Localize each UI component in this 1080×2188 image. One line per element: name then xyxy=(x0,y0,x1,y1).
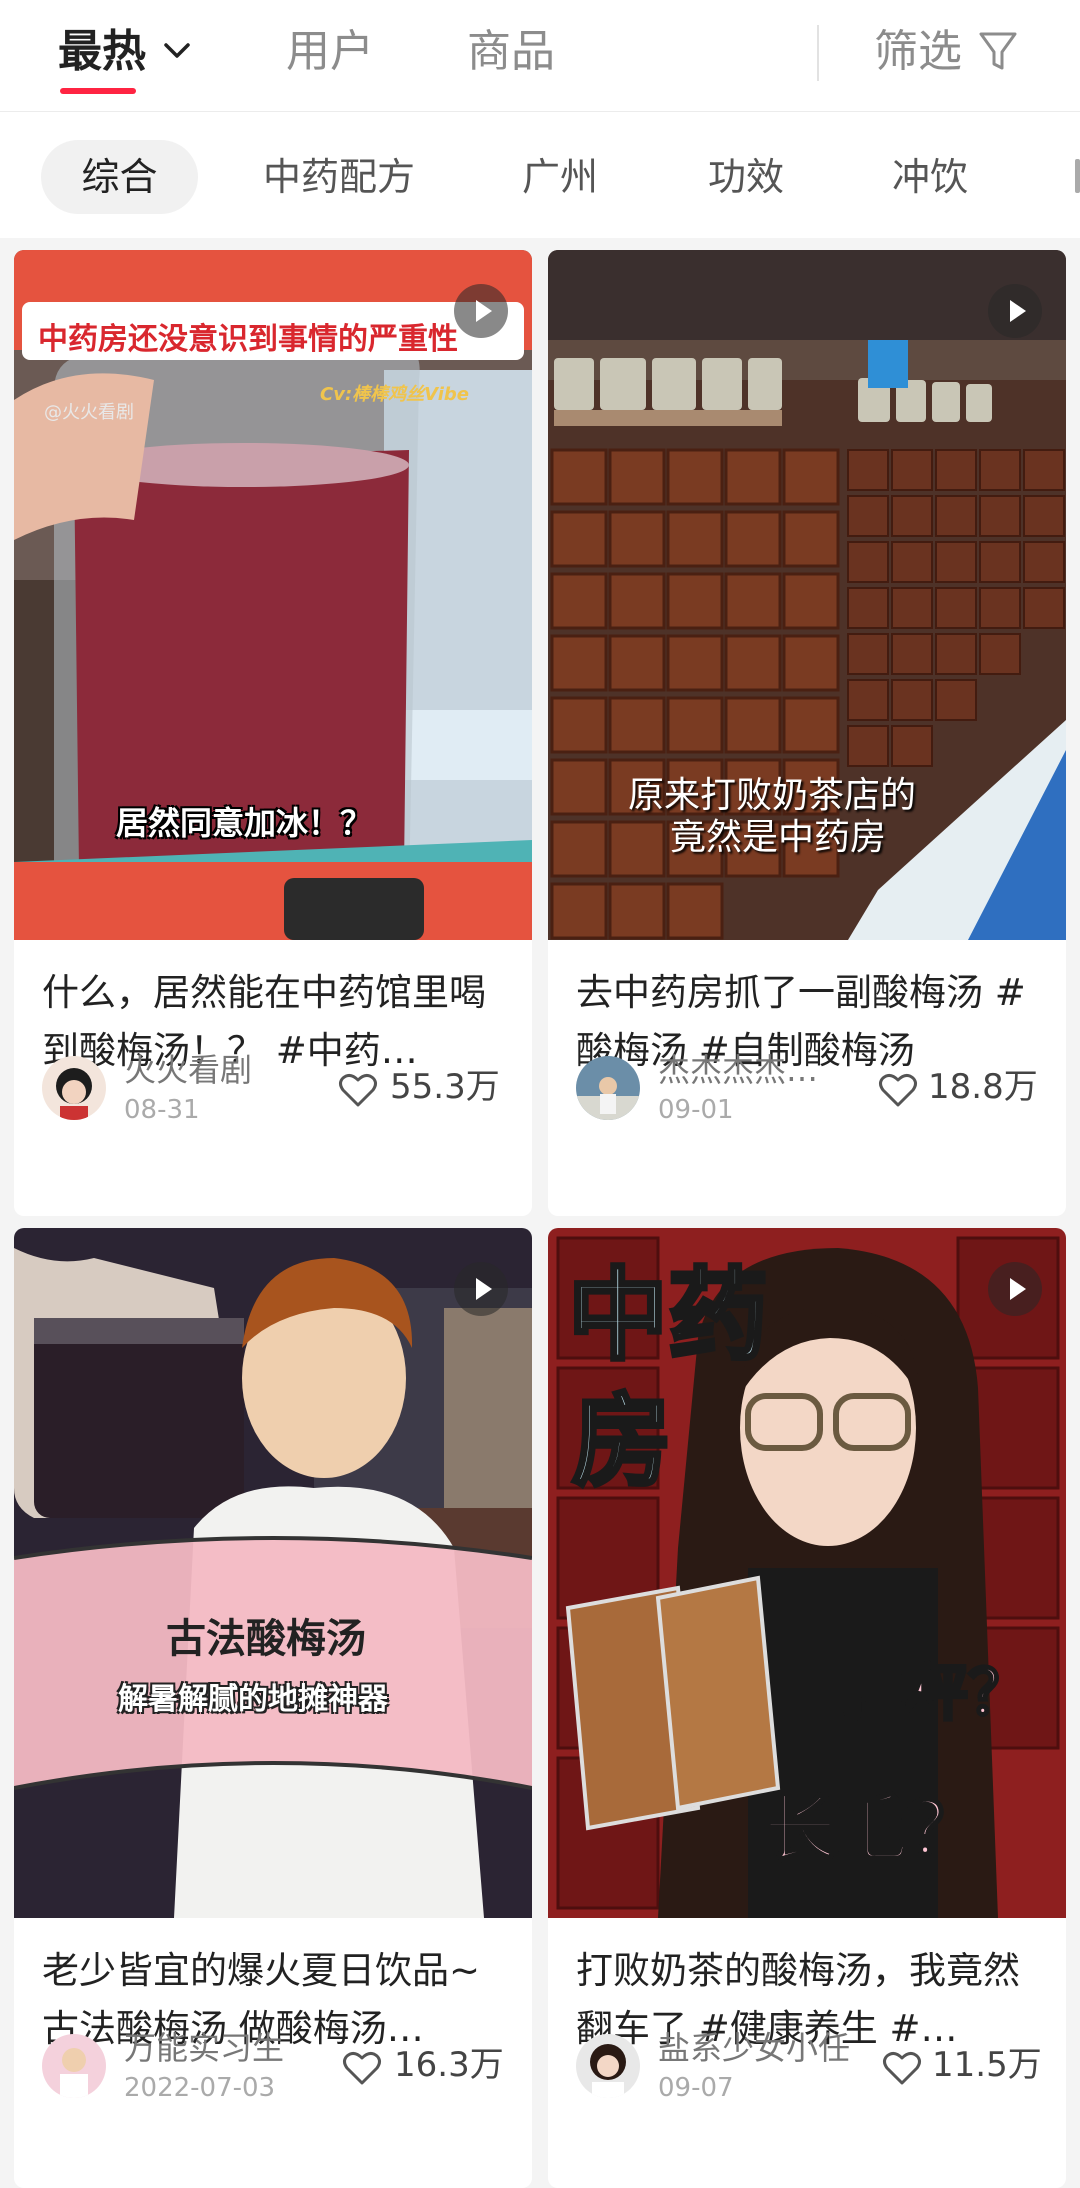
post-date: 09-01 xyxy=(658,1095,734,1125)
watermark-text: @火火看剧 xyxy=(44,402,134,423)
category-chip-bar: 综合 中药配方 广州 功效 冲饮 xyxy=(0,112,1080,238)
video-play-icon xyxy=(454,1262,508,1316)
headline-big-2: 房 xyxy=(570,1381,674,1502)
video-play-icon xyxy=(988,284,1042,338)
like-heart-icon[interactable] xyxy=(338,1072,378,1108)
post-date: 2022-07-03 xyxy=(124,2073,276,2103)
filter-icon[interactable] xyxy=(978,30,1018,74)
filter-button[interactable]: 筛选 xyxy=(874,22,962,82)
avatar[interactable] xyxy=(42,1056,106,1120)
tab-users[interactable]: 用户 xyxy=(286,22,374,82)
note-thumbnail[interactable]: 原来打败奶茶店的 竟然是中药房 xyxy=(548,250,1066,940)
thumbnail-image xyxy=(14,1228,532,1918)
banner-text: 中药房还没意识到事情的严重性 xyxy=(38,322,458,357)
video-play-icon xyxy=(988,1262,1042,1316)
note-card[interactable]: 中药 房 掉秤？ 长毛？ 打败奶茶的酸梅汤，我竟然翻车了 #健康养生 #… 盐系… xyxy=(548,1228,1066,2188)
author-name[interactable]: 万能实习生 xyxy=(124,2028,284,2068)
active-tab-indicator xyxy=(60,88,136,94)
like-count: 18.8万 xyxy=(928,1067,1038,1107)
chevron-down-icon[interactable] xyxy=(162,38,192,64)
credit-text: Cv:棒棒鸡丝Vibe xyxy=(320,384,470,405)
pink-caption-2: 长毛？ xyxy=(762,1786,981,1873)
caption-title: 古法酸梅汤 xyxy=(166,1616,366,1662)
chip-guangzhou[interactable]: 广州 xyxy=(522,140,598,214)
avatar[interactable] xyxy=(576,1056,640,1120)
tab-products[interactable]: 商品 xyxy=(467,22,555,82)
author-name[interactable]: 火火看剧 xyxy=(124,1050,252,1090)
chip-drink[interactable]: 冲饮 xyxy=(892,140,968,214)
headline-big: 中药 xyxy=(566,1255,770,1376)
note-card[interactable]: 古法酸梅汤 解暑解腻的地摊神器 老少皆宜的爆火夏日饮品~古法酸梅汤 做酸梅汤… … xyxy=(14,1228,532,2188)
chip-efficacy[interactable]: 功效 xyxy=(708,140,784,214)
chip-comprehensive[interactable]: 综合 xyxy=(41,140,198,214)
like-heart-icon[interactable] xyxy=(878,1072,918,1108)
chip-tcm-formula[interactable]: 中药配方 xyxy=(263,140,415,214)
avatar[interactable] xyxy=(42,2034,106,2098)
author-name[interactable]: 盐系少女小任 xyxy=(658,2028,850,2068)
like-count: 16.3万 xyxy=(394,2045,504,2085)
avatar[interactable] xyxy=(576,2034,640,2098)
author-name[interactable]: 杰杰杰杰… xyxy=(658,1050,818,1090)
like-heart-icon[interactable] xyxy=(882,2050,922,2086)
note-thumbnail[interactable]: 中药房还没意识到事情的严重性 Cv:棒棒鸡丝Vibe @火火看剧 居然同意加冰！… xyxy=(14,250,532,940)
note-card[interactable]: 中药房还没意识到事情的严重性 Cv:棒棒鸡丝Vibe @火火看剧 居然同意加冰！… xyxy=(14,250,532,1216)
divider xyxy=(817,25,819,81)
video-play-icon xyxy=(454,284,508,338)
like-heart-icon[interactable] xyxy=(342,2050,382,2086)
chip-overflow-edge xyxy=(1075,159,1080,193)
note-card[interactable]: 原来打败奶茶店的 竟然是中药房 去中药房抓了一副酸梅汤 #酸梅汤 #自制酸梅汤 … xyxy=(548,250,1066,1216)
post-date: 08-31 xyxy=(124,1095,200,1125)
tab-hottest[interactable]: 最热 xyxy=(58,22,146,82)
post-date: 09-07 xyxy=(658,2073,734,2103)
note-thumbnail[interactable]: 古法酸梅汤 解暑解腻的地摊神器 xyxy=(14,1228,532,1918)
like-count: 11.5万 xyxy=(932,2045,1042,2085)
top-tab-bar: 最热 用户 商品 筛选 xyxy=(0,0,1080,112)
caption-subtitle: 解暑解腻的地摊神器 xyxy=(118,1682,388,1717)
caption-line-2: 竟然是中药房 xyxy=(670,817,887,858)
caption-text: 居然同意加冰！？ xyxy=(116,804,373,842)
note-thumbnail[interactable]: 中药 房 掉秤？ 长毛？ xyxy=(548,1228,1066,1918)
pink-caption-1: 掉秤？ xyxy=(842,1655,1031,1731)
like-count: 55.3万 xyxy=(390,1067,500,1107)
